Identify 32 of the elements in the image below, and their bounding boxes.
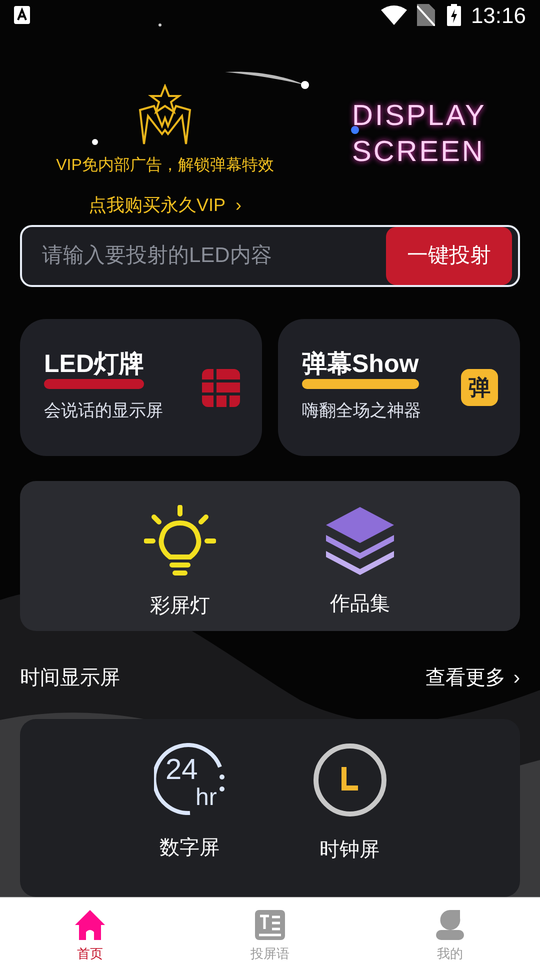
tool-label[interactable]: 彩屏灯	[150, 591, 210, 621]
nav-tab[interactable]: 首页	[0, 898, 180, 969]
see-more-link[interactable]: 查看更多 ›	[425, 662, 520, 693]
time-item-label[interactable]: 数字屏	[160, 832, 220, 863]
feature-card[interactable]: 弹幕Show 嗨翻全场之神器 弹	[278, 319, 520, 456]
vip-promo-text: VIP免内部广告，解锁弹幕特效	[56, 156, 274, 176]
grid-icon	[202, 368, 240, 406]
cast-input-field[interactable]: 请输入要投射的LED内容 一键投射	[20, 225, 520, 287]
notification-icon	[14, 6, 30, 24]
feature-card[interactable]: LED灯牌 会说话的显示屏	[20, 319, 262, 456]
display-screen-logo: DISPLAY SCREEN	[351, 99, 486, 170]
card-title: 弹幕Show	[302, 352, 419, 377]
home-icon	[75, 910, 105, 940]
time-item-label[interactable]: 时钟屏	[320, 834, 380, 865]
status-time: 13:16	[470, 2, 526, 30]
battery-charging-icon	[446, 4, 461, 26]
text-document-icon	[255, 910, 285, 940]
layers-icon	[324, 505, 396, 575]
card-title: LED灯牌	[44, 352, 144, 377]
tool-label[interactable]: 作品集	[330, 589, 390, 619]
card-subtitle: 嗨翻全场之神器	[302, 400, 422, 422]
lightbulb-icon	[144, 505, 216, 577]
card-subtitle: 会说话的显示屏	[44, 400, 164, 422]
crown-star-icon	[138, 84, 192, 146]
buy-vip-link[interactable]: 点我购买永久VIP ›	[88, 192, 242, 219]
danmu-badge: 弹	[461, 369, 498, 406]
cast-button[interactable]: 一键投射	[386, 227, 512, 285]
section-title: 时间显示屏	[20, 666, 120, 691]
wifi-icon	[380, 5, 407, 25]
no-sim-icon	[416, 4, 435, 26]
clock-icon	[312, 742, 386, 817]
user-icon	[436, 910, 464, 940]
